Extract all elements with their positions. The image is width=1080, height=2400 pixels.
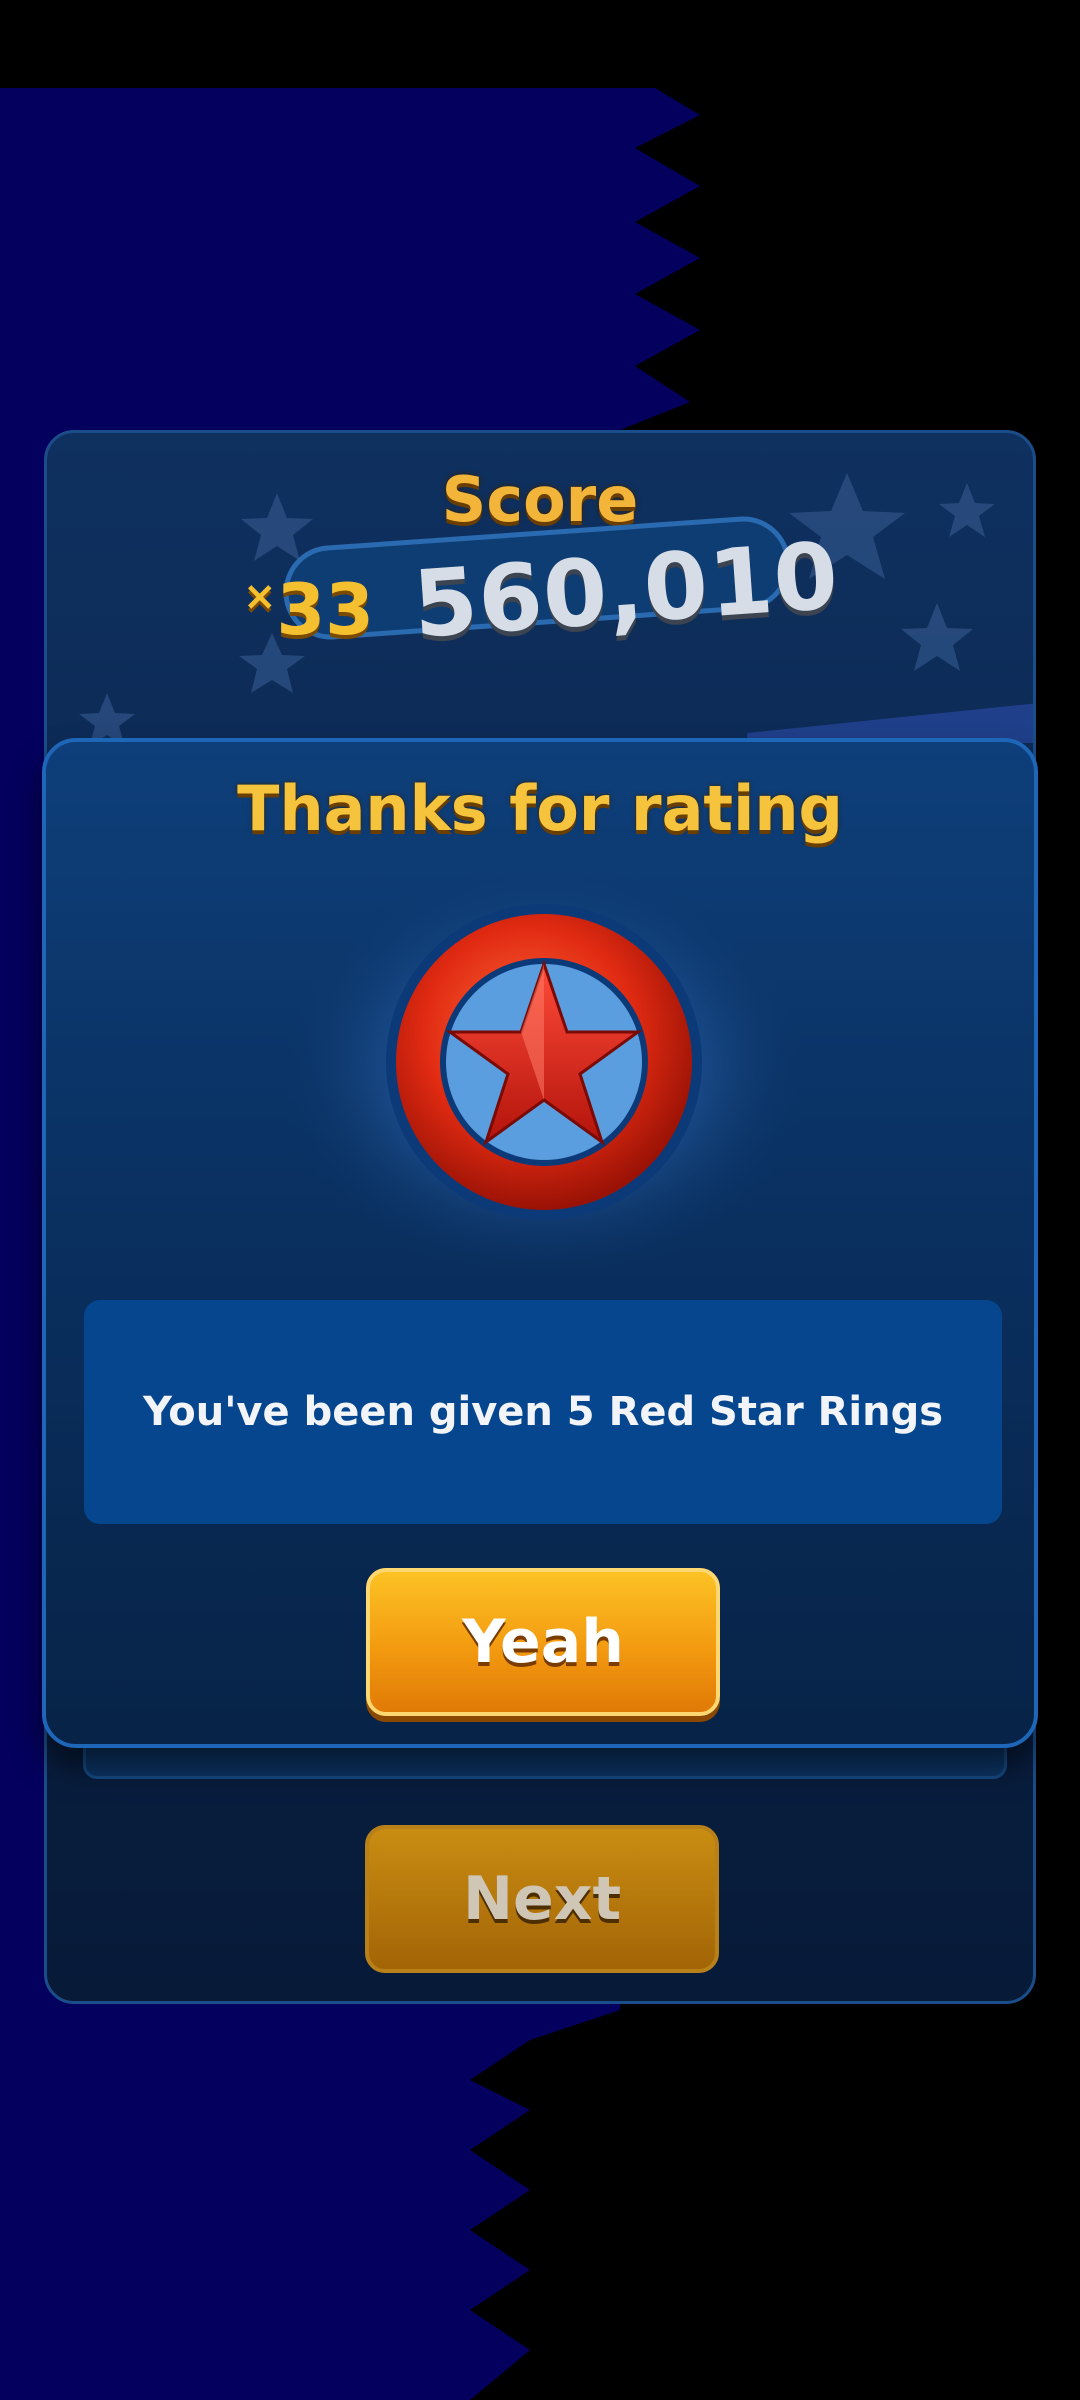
rating-reward-dialog: Thanks for rating You've been given 5 Re… xyxy=(42,738,1038,1748)
red-star-ring-icon xyxy=(264,842,824,1282)
dialog-title: Thanks for rating xyxy=(237,772,843,845)
yeah-button[interactable]: Yeah xyxy=(366,1568,720,1716)
score-title: Score xyxy=(441,463,639,536)
score-multiplier: ×33 xyxy=(243,569,374,651)
reward-message: You've been given 5 Red Star Rings xyxy=(84,1300,1002,1524)
next-button[interactable]: Next xyxy=(365,1825,719,1973)
